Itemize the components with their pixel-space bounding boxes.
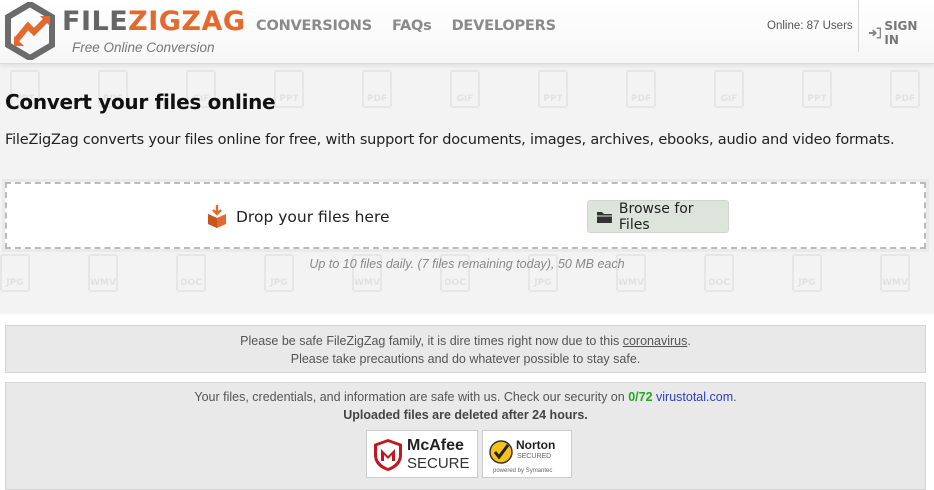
browse-files-button[interactable]: Browse for Files bbox=[587, 200, 729, 233]
background-file-icon: PPT bbox=[538, 70, 568, 108]
sign-in-link[interactable]: SIGN IN bbox=[868, 19, 934, 47]
background-file-icon: PPT bbox=[802, 70, 832, 108]
file-drop-zone[interactable]: Drop your files here Browse for Files bbox=[2, 179, 929, 252]
sign-in-label: SIGN IN bbox=[884, 19, 918, 47]
deletion-policy: Uploaded files are deleted after 24 hour… bbox=[343, 408, 588, 422]
page-title: Convert your files online bbox=[5, 90, 276, 114]
upload-limits-note: Up to 10 files daily. (7 files remaining… bbox=[309, 257, 625, 271]
mcafee-shield-icon bbox=[374, 439, 402, 471]
site-header: FILEZIGZAG Free Online Conversion CONVER… bbox=[0, 0, 934, 64]
site-logo[interactable]: FILEZIGZAG Free Online Conversion bbox=[4, 2, 245, 60]
security-line-1: Your files, credentials, and information… bbox=[194, 390, 737, 404]
norton-check-icon bbox=[489, 440, 513, 464]
background-file-icon: PDF bbox=[362, 70, 392, 108]
coronavirus-link[interactable]: coronavirus bbox=[623, 334, 688, 348]
main-nav: CONVERSIONS FAQs DEVELOPERS bbox=[256, 18, 556, 34]
norton-powered-by: powered by Symantec bbox=[493, 468, 553, 474]
nav-developers[interactable]: DEVELOPERS bbox=[452, 18, 556, 34]
background-file-icon: GIF bbox=[714, 70, 744, 108]
norton-secured-label: SECURED bbox=[517, 453, 552, 460]
background-file-icon: PDF bbox=[626, 70, 656, 108]
virustotal-link[interactable]: virustotal.com bbox=[656, 390, 733, 404]
nav-conversions[interactable]: CONVERSIONS bbox=[256, 18, 372, 34]
mcafee-brand: McAfee bbox=[407, 437, 464, 454]
norton-secured-badge[interactable]: Norton SECURED powered by Symantec bbox=[482, 430, 572, 478]
norton-brand: Norton bbox=[516, 438, 556, 452]
sign-in-icon bbox=[868, 27, 882, 39]
mcafee-secure-label: SECURE bbox=[407, 455, 470, 472]
background-file-icon: PDF bbox=[890, 70, 920, 108]
nav-faqs[interactable]: FAQs bbox=[392, 18, 432, 34]
logo-mark-icon bbox=[5, 2, 55, 60]
browse-files-label: Browse for Files bbox=[618, 200, 694, 233]
online-users-count: Online: 87 Users bbox=[767, 20, 853, 32]
folder-icon bbox=[596, 211, 612, 223]
background-file-icon: GIF bbox=[450, 70, 480, 108]
mcafee-secure-badge[interactable]: McAfee SECURE bbox=[366, 430, 478, 478]
drop-files-label: Drop your files here bbox=[236, 208, 390, 226]
background-file-icon: PPT bbox=[274, 70, 304, 108]
logo-wordmark: FILEZIGZAG bbox=[62, 6, 246, 37]
virustotal-score: 0/72 bbox=[628, 390, 653, 404]
header-divider bbox=[858, 0, 859, 52]
notice-line-2: Please take precautions and do whatever … bbox=[290, 352, 641, 366]
logo-tagline: Free Online Conversion bbox=[72, 40, 215, 55]
security-badges: McAfee SECURE Norton SECURED powered by … bbox=[366, 430, 572, 478]
notice-line-1: Please be safe FileZigZag family, it is … bbox=[240, 334, 691, 348]
security-panel: Your files, credentials, and information… bbox=[5, 382, 926, 490]
page-subtitle: FileZigZag converts your files online fo… bbox=[5, 132, 895, 148]
upload-box-icon bbox=[208, 205, 226, 228]
coronavirus-notice: Please be safe FileZigZag family, it is … bbox=[5, 325, 926, 373]
